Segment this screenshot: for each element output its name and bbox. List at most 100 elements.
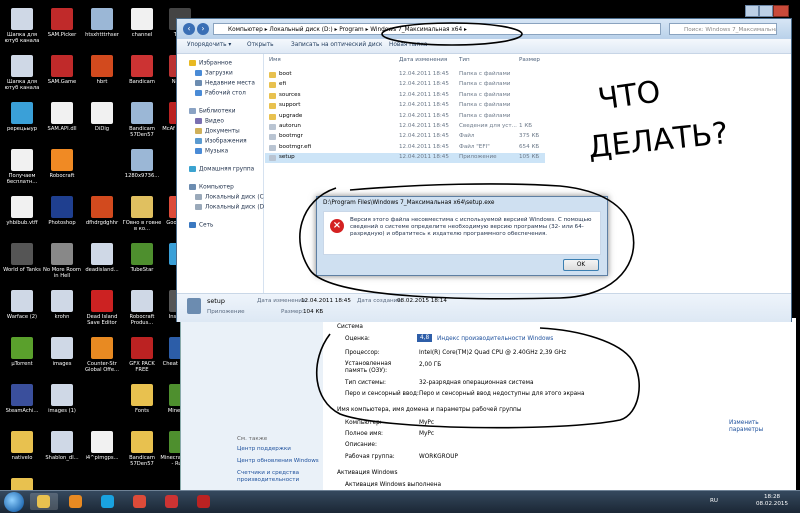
link-action-center[interactable]: Центр поддержки <box>237 446 291 452</box>
nav-item[interactable]: Видео <box>195 118 224 125</box>
dialog-body: × Версия этого файла несовместима с испо… <box>323 211 601 255</box>
organize-button[interactable]: Упорядочить ▾ <box>187 42 231 48</box>
taskbar-explorer-button[interactable] <box>30 493 58 510</box>
desktop-icon[interactable]: ГОвно в говне в ко... <box>122 196 162 232</box>
desktop-icon[interactable]: channel <box>122 8 162 38</box>
file-row[interactable]: sources 12.04.2011 18:45 Папка с файлами <box>265 91 545 101</box>
nav-item[interactable]: Загрузки <box>195 70 233 77</box>
fullname-value: MyPc <box>419 431 435 437</box>
taskbar-media-button[interactable] <box>62 493 90 510</box>
open-button[interactable]: Открыть <box>247 42 274 48</box>
link-windows-update[interactable]: Центр обновления Windows <box>237 458 319 464</box>
desktop-icon[interactable]: Photoshop <box>42 196 82 226</box>
nav-item[interactable]: Избранное <box>189 60 232 67</box>
burn-button[interactable]: Записать на оптический диск <box>291 42 382 48</box>
desktop-icon[interactable]: Shablon_dl... <box>42 431 82 461</box>
column-type[interactable]: Тип <box>459 57 470 63</box>
back-arrow-icon[interactable]: ‹ <box>183 23 195 35</box>
search-input[interactable]: Поиск: Windows 7_Максимальная x64 <box>669 23 777 35</box>
desktop-icon[interactable]: Получаем бесплатн... <box>2 149 42 185</box>
file-row[interactable]: setup 12.04.2011 18:45 Приложение 105 КБ <box>265 153 545 164</box>
taskbar-chrome-button[interactable] <box>126 493 154 510</box>
nav-item[interactable]: Недавние места <box>195 80 255 87</box>
desktop-icon[interactable]: TubeStar <box>122 243 162 273</box>
ok-button[interactable]: OK <box>563 259 599 271</box>
desktop-icon[interactable]: Bandicam <box>122 55 162 85</box>
desktop-icon[interactable]: World of Tanks <box>2 243 42 273</box>
desktop-icon[interactable]: Bandicam 57Den57 <box>122 102 162 138</box>
desktop-icon[interactable]: Robocraft Produs... <box>122 290 162 326</box>
new-folder-button[interactable]: Новая папка <box>389 42 427 48</box>
nav-item[interactable]: Рабочий стол <box>195 90 246 97</box>
desktop-icon[interactable]: Шапка для ютуб канала <box>2 55 42 91</box>
language-indicator[interactable]: RU <box>710 498 718 504</box>
taskbar-unknown-button[interactable] <box>158 493 186 510</box>
file-row[interactable]: autorun 12.04.2011 18:45 Сведения для уст.… <box>265 122 545 132</box>
desktop-icon-image <box>91 243 113 265</box>
desktop-icon[interactable]: Warface (2) <box>2 290 42 320</box>
nav-item[interactable]: Музыка <box>195 148 228 155</box>
desktop-icon[interactable]: DiDig <box>82 102 122 132</box>
explorer-icon <box>37 495 50 508</box>
nav-item[interactable]: Библиотеки <box>189 108 236 115</box>
desktop-icon[interactable]: 1280x9736... <box>122 149 162 179</box>
desktop-icon[interactable]: ререцьыур <box>2 102 42 132</box>
desktop-icon[interactable]: SAM.Picker <box>42 8 82 38</box>
desktop-icon[interactable]: deadisland... <box>82 243 122 273</box>
nav-item[interactable]: Сеть <box>189 222 213 229</box>
desktop-icon[interactable]: µTorrent <box>2 337 42 367</box>
file-row[interactable]: boot 12.04.2011 18:45 Папка с файлами <box>265 70 545 80</box>
file-row[interactable]: upgrade 12.04.2011 18:45 Папка с файлами <box>265 112 545 122</box>
nav-item[interactable]: Изображения <box>195 138 247 145</box>
desktop-icon[interactable]: SAM.Game <box>42 55 82 85</box>
close-icon[interactable] <box>773 5 789 17</box>
forward-arrow-icon[interactable]: › <box>197 23 209 35</box>
desktop-icon-label: Bandicam <box>129 79 155 85</box>
desktop-icon[interactable]: No More Room in Hell <box>42 243 82 279</box>
nav-item[interactable]: Локальный диск (C <box>195 194 264 201</box>
nav-item[interactable]: Локальный диск (D <box>195 204 264 211</box>
column-size[interactable]: Размер <box>519 57 540 63</box>
desktop-icon[interactable]: images <box>42 337 82 367</box>
nav-item-label: Недавние места <box>205 80 255 87</box>
taskbar-skype-button[interactable] <box>94 493 122 510</box>
desktop-icon[interactable]: Dead Island Save Editor <box>82 290 122 326</box>
column-name[interactable]: Имя <box>269 57 281 63</box>
desktop-icon[interactable]: SteamAchi... <box>2 384 42 414</box>
desktop-icon[interactable]: Counter-Str Global Offe... <box>82 337 122 373</box>
desktop-icon[interactable]: nativelo <box>2 431 42 461</box>
nav-item[interactable]: Компьютер <box>189 184 234 191</box>
change-settings-link[interactable]: Изменить параметры <box>729 420 779 434</box>
file-row[interactable]: bootmgr 12.04.2011 18:45 Файл 375 КБ <box>265 132 545 142</box>
nav-item[interactable]: Документы <box>195 128 240 135</box>
desktop-icon[interactable]: i4^pimgps... <box>82 431 122 461</box>
desktop-icon[interactable]: GFX PACK FREE <box>122 337 162 373</box>
desktop-icon[interactable]: htsxhtttrhser <box>82 8 122 38</box>
desktop-icon[interactable]: Fonts <box>122 384 162 414</box>
file-row[interactable]: bootmgr.efi 12.04.2011 18:45 Файл "EFI" 654… <box>265 143 545 153</box>
minimize-icon[interactable] <box>745 5 759 17</box>
desktop-icon[interactable]: SAM.API.dll <box>42 102 82 132</box>
desktop-icon[interactable]: images (1) <box>42 384 82 414</box>
nav-item-label: Загрузки <box>205 70 233 77</box>
address-bar[interactable]: Компьютер ▸ Локальный диск (D:) ▸ Progra… <box>213 23 661 35</box>
desktop-icon[interactable]: dfhdrgdghhr <box>82 196 122 226</box>
desktop-icon[interactable]: Bandicam 57Den57 <box>122 431 162 467</box>
maximize-icon[interactable] <box>759 5 773 17</box>
taskbar-bandicam-button[interactable] <box>190 493 218 510</box>
link-performance[interactable]: Счетчики и средства производительности <box>237 470 317 484</box>
desktop-icon-image <box>11 149 33 171</box>
file-row[interactable]: efi 12.04.2011 18:45 Папка с файлами <box>265 80 545 90</box>
file-row[interactable]: support 12.04.2011 18:45 Папка с файлами <box>265 101 545 111</box>
desktop-icon[interactable]: hbrt <box>82 55 122 85</box>
column-date[interactable]: Дата изменения <box>399 57 447 63</box>
start-button[interactable] <box>4 492 24 512</box>
desktop-icon[interactable]: krohn <box>42 290 82 320</box>
desktop-icon[interactable]: Шапка для ютуб канала <box>2 8 42 44</box>
desktop-icon[interactable]: yhbibub.vtff <box>2 196 42 226</box>
rating-link[interactable]: Индекс производительности Windows <box>437 336 553 342</box>
clock[interactable]: 18:28 08.02.2015 <box>750 494 794 508</box>
desktop-icon[interactable]: Robocraft <box>42 149 82 179</box>
nav-item[interactable]: Домашняя группа <box>189 166 254 173</box>
file-type: Папка с файлами <box>459 102 511 109</box>
